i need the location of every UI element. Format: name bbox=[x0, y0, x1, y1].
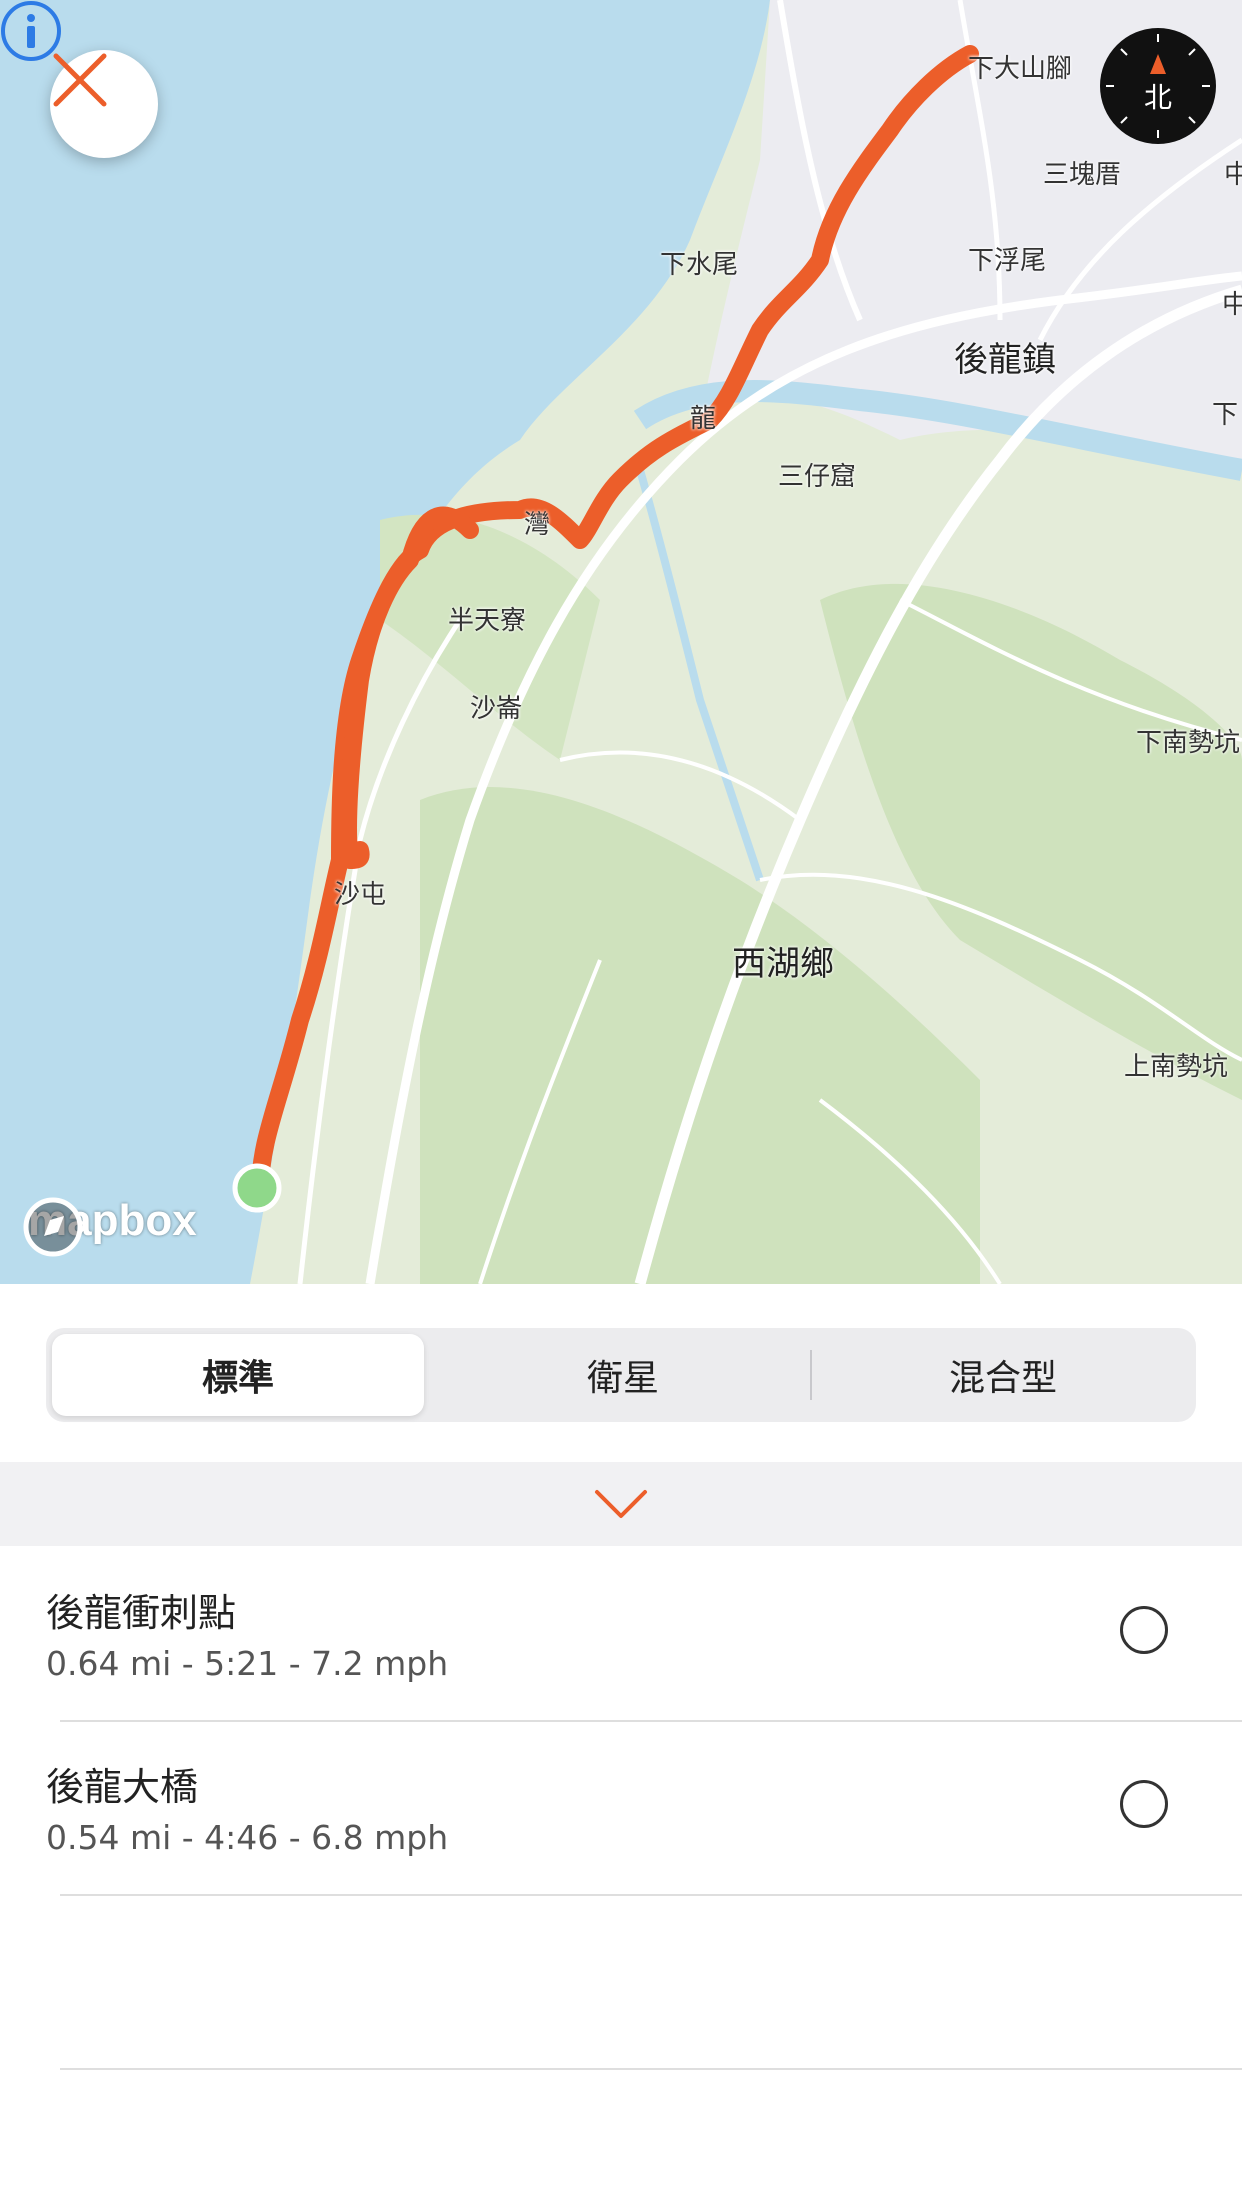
close-button[interactable] bbox=[50, 50, 158, 158]
map-style-satellite[interactable]: 衛星 bbox=[438, 1334, 808, 1416]
info-icon[interactable] bbox=[0, 0, 62, 62]
place-xihuxiang: 西湖鄉 bbox=[732, 944, 834, 984]
compass-button[interactable]: 北 bbox=[1100, 28, 1216, 144]
segment-stats: 0.54 mi - 4:46 - 6.8 mph bbox=[46, 1818, 449, 1857]
place-sankuaicuo: 三塊厝 bbox=[1043, 160, 1122, 190]
divider bbox=[60, 1894, 1242, 1896]
place-long: 龍 bbox=[690, 404, 717, 434]
segment-divider bbox=[810, 1350, 812, 1400]
place-zhong-1: 中 bbox=[1224, 160, 1242, 190]
place-xiashuiwei: 下水尾 bbox=[660, 250, 739, 280]
mapbox-icon bbox=[23, 1197, 83, 1257]
place-shalun: 沙崙 bbox=[470, 694, 523, 724]
place-shangnan: 上南勢坑 bbox=[1124, 1052, 1229, 1082]
segment-radio[interactable] bbox=[1120, 1780, 1168, 1828]
segment-radio[interactable] bbox=[1120, 1606, 1168, 1654]
place-houlongzhen: 後龍鎮 bbox=[954, 340, 1056, 380]
place-sanzaiyao: 三仔窟 bbox=[778, 462, 857, 492]
place-xianan: 下南勢坑 bbox=[1136, 728, 1241, 758]
segment-name: 後龍大橋 bbox=[46, 1765, 199, 1809]
collapse-toggle[interactable] bbox=[0, 1462, 1242, 1546]
segment-stats: 0.64 mi - 5:21 - 7.2 mph bbox=[46, 1644, 449, 1683]
place-zhong-2: 中 bbox=[1222, 290, 1242, 320]
map-canvas bbox=[0, 0, 1242, 1284]
place-shatun: 沙屯 bbox=[334, 880, 387, 910]
mapbox-logo[interactable]: mapbox bbox=[22, 1196, 197, 1257]
map-style-selector: 標準 衛星 混合型 bbox=[46, 1328, 1196, 1422]
segment-row[interactable]: 後龍衝刺點 0.64 mi - 5:21 - 7.2 mph bbox=[0, 1548, 1242, 1722]
compass-north-label: 北 bbox=[1143, 81, 1172, 114]
place-wan: 灣 bbox=[524, 510, 551, 540]
place-xiadashanjiao: 下大山腳 bbox=[968, 54, 1073, 84]
chevron-down-icon bbox=[595, 1490, 647, 1518]
divider bbox=[60, 2068, 1242, 2070]
map-style-hybrid[interactable]: 混合型 bbox=[816, 1334, 1190, 1416]
segment-name: 後龍衝刺點 bbox=[46, 1591, 237, 1635]
map-style-standard[interactable]: 標準 bbox=[52, 1334, 424, 1416]
place-xia: 下 bbox=[1212, 400, 1239, 430]
route-map[interactable]: 下大山腳 三塊厝 中 下水尾 下浮尾 中 後龍鎮 下 龍 三仔窟 灣 半天寮 沙… bbox=[0, 0, 1242, 1284]
place-xiafuwei: 下浮尾 bbox=[968, 246, 1047, 276]
place-bantianliao: 半天寮 bbox=[448, 606, 527, 636]
segment-row[interactable]: 後龍大橋 0.54 mi - 4:46 - 6.8 mph bbox=[0, 1722, 1242, 1896]
